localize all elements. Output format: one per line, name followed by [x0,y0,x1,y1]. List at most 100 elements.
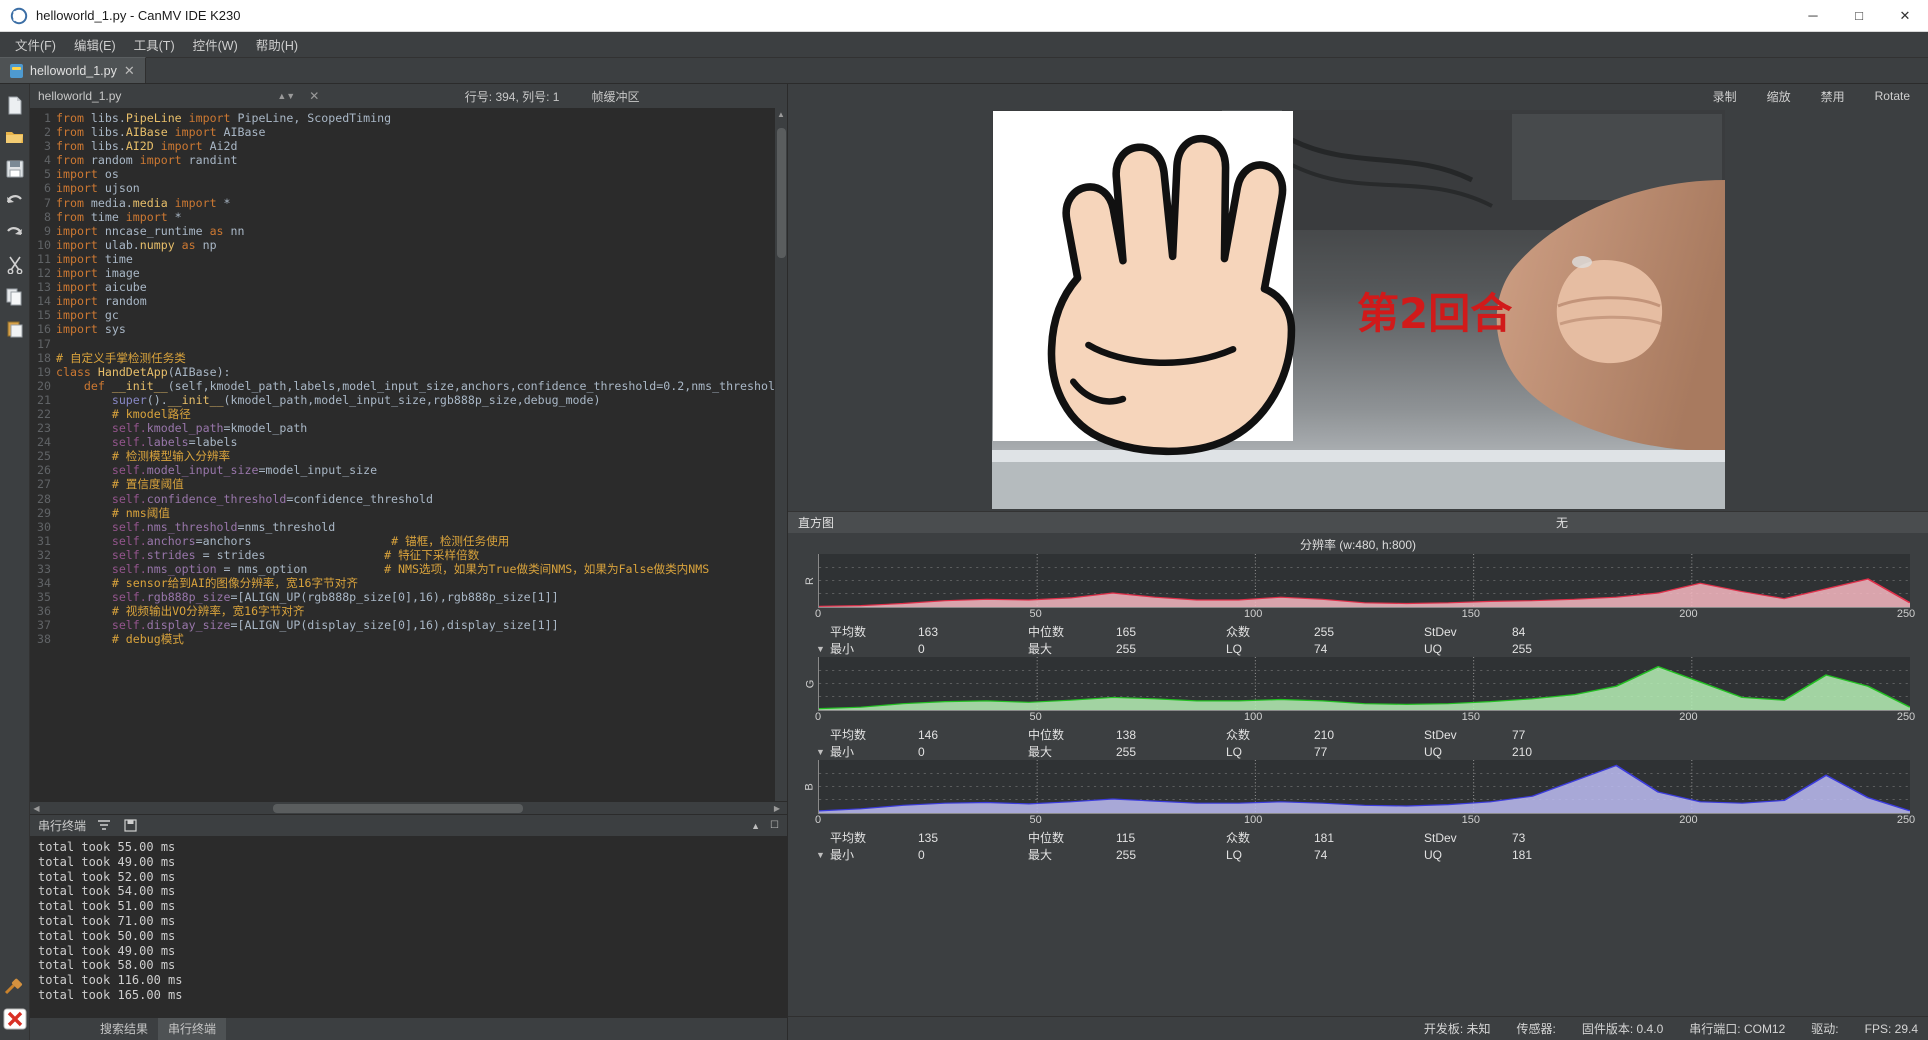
terminal-detach-icon[interactable]: ☐ [770,820,779,831]
stat-key: LQ [1226,641,1243,656]
expand-chevron-icon[interactable]: ▼ [816,644,830,654]
editor-close-icon[interactable]: ✕ [309,89,319,103]
code-text: # debug模式 [111,632,184,647]
open-folder-icon[interactable] [2,124,28,150]
histogram-svg [819,554,1910,607]
disable-button[interactable]: 禁用 [1821,88,1845,105]
stop-icon[interactable] [2,1006,28,1032]
scroll-up-icon[interactable]: ▲ [775,108,787,121]
line-number: 7 [44,195,51,210]
editor-vertical-scrollbar[interactable]: ▲ [774,108,787,801]
code-text: from media.media import * [56,195,231,210]
line-number: 9 [44,223,51,238]
code-line: 30 self.nms_threshold=nms_threshold [30,520,774,534]
copy-icon[interactable] [2,284,28,310]
histogram-stat-row: ▼ 最小 0 最大 255 LQ 77 UQ 210 [802,743,1910,760]
paste-icon[interactable] [2,316,28,342]
code-line: 26 self.model_input_size=model_input_siz… [30,463,774,477]
stat-value: 84 [1512,624,1526,639]
connect-icon[interactable] [2,974,28,1000]
line-number: 33 [37,562,51,576]
status-board: 开发板: 未知 [1424,1020,1491,1037]
code-line: 16 import sys [30,322,774,336]
terminal-save-icon[interactable] [122,818,138,834]
line-number: 34 [37,576,51,591]
code-lines[interactable]: 1 from libs.PipeLine import PipeLine, Sco… [30,108,774,801]
line-number: 23 [37,421,51,436]
code-line: 33 self.nms_option = nms_option # NMS选项，… [30,562,774,576]
rotate-button[interactable]: Rotate [1875,89,1910,103]
line-number: 35 [37,590,51,605]
code-editor[interactable]: 1 from libs.PipeLine import PipeLine, Sco… [30,108,787,801]
zoom-button[interactable]: 缩放 [1767,88,1791,105]
scroll-right-icon[interactable]: ▶ [767,804,787,813]
code-line: 14 import random [30,294,774,308]
menu-edit[interactable]: 编辑(E) [65,32,125,57]
histogram-stat-row: 平均数 163 中位数 165 众数 255 StDev 84 [802,623,1910,640]
code-text: from libs.AI2D import Ai2d [56,139,238,154]
terminal-filter-icon[interactable] [96,818,112,834]
scroll-left-icon[interactable]: ◀ [30,804,43,813]
histogram-plot[interactable] [818,760,1910,814]
histogram-plot[interactable] [818,554,1910,608]
line-number: 11 [37,251,51,266]
histogram-plot[interactable] [818,657,1910,711]
code-text: import time [56,251,133,266]
hscroll-thumb[interactable] [273,803,523,813]
code-text: import ulab.numpy as np [56,237,217,252]
minimize-button[interactable]: ─ [1790,0,1836,32]
stat-value: 74 [1314,641,1328,656]
preview-image: 第2回合 [991,110,1725,509]
undo-icon[interactable] [2,188,28,214]
maximize-button[interactable]: □ [1836,0,1882,32]
stat-key: 最小 [830,642,855,656]
code-line: 31 self.anchors=anchors # 锚框，检测任务使用 [30,534,774,548]
collapse-icon[interactable]: ▲ [751,821,760,831]
histogram-mode[interactable]: 无 [1556,514,1568,531]
close-icon[interactable]: ✕ [124,63,135,79]
menu-help[interactable]: 帮助(H) [247,32,307,57]
cut-icon[interactable] [2,252,28,278]
menu-tools[interactable]: 工具(T) [125,32,184,57]
terminal-line: total took 71.00 ms [38,913,176,928]
expand-chevron-icon[interactable]: ▼ [816,850,830,860]
editor-column: helloworld_1.py ▲▼ ✕ 行号: 394, 列号: 1 帧缓冲区… [30,84,788,1040]
camera-preview[interactable]: 第2回合 [788,108,1928,511]
status-sensor-label: 传感器: [1516,1022,1556,1036]
file-tab-helloworld[interactable]: helloworld_1.py ✕ [0,57,146,83]
status-port-value: COM12 [1743,1022,1786,1036]
preview-toolbar: 录制 缩放 禁用 Rotate [788,84,1928,108]
menu-widgets[interactable]: 控件(W) [184,32,247,57]
code-text: from time import * [56,209,182,224]
tab-search-results[interactable]: 搜索结果 [90,1018,158,1040]
axis-tick: 200 [1679,814,1698,826]
stat-value: 135 [918,830,939,845]
round-overlay-text: 第2回合 [1357,289,1512,338]
editor-horizontal-scrollbar[interactable]: ◀ ▶ [30,801,787,814]
close-button[interactable]: ✕ [1882,0,1928,32]
expand-chevron-icon[interactable]: ▼ [816,747,830,757]
tab-serial-terminal[interactable]: 串行终端 [158,1017,227,1040]
code-text: self.confidence_threshold=confidence_thr… [111,491,433,506]
line-number: 36 [37,604,51,619]
redo-icon[interactable] [2,220,28,246]
save-icon[interactable] [2,156,28,182]
code-line: 9 import nncase_runtime as nn [30,224,774,238]
line-number: 21 [37,392,51,407]
code-text: # sensor给到AI的图像分辨率，宽16字节对齐 [111,576,358,591]
line-number: 30 [37,519,51,534]
menu-file[interactable]: 文件(F) [6,32,65,57]
terminal-output[interactable]: total took 55.00 ms total took 49.00 ms to… [30,836,787,1018]
new-file-icon[interactable] [2,92,28,118]
chevron-down-icon[interactable]: ▲▼ [277,91,295,101]
stat-key: StDev [1424,727,1457,742]
stat-value: 146 [918,727,939,742]
code-line: 27 # 置信度阈值 [30,477,774,491]
code-line: 24 self.labels=labels [30,435,774,449]
scroll-thumb[interactable] [777,128,786,258]
code-text: def __init__(self,kmodel_path,labels,mod… [83,378,774,393]
editor-filename: helloworld_1.py [38,89,122,103]
line-number: 37 [37,618,51,633]
record-button[interactable]: 录制 [1713,88,1737,105]
code-line: 38 # debug模式 [30,632,774,646]
